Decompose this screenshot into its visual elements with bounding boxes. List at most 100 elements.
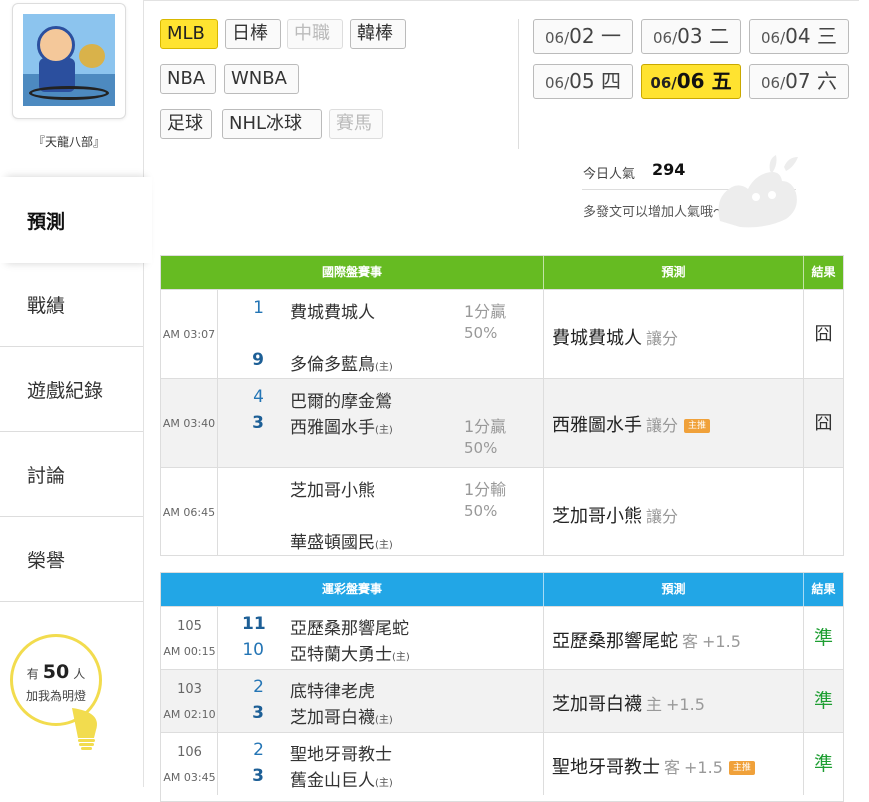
sport-tab-6[interactable]: 足球 (160, 109, 212, 139)
sidebar-item-0[interactable]: 預測 (0, 177, 152, 263)
home-team[interactable]: 華盛頓國民(主) (290, 528, 393, 553)
odds-line: 1分輸 (464, 480, 507, 499)
home-rank: 3 (252, 766, 264, 786)
home-team[interactable]: 舊金山巨人(主) (290, 766, 393, 791)
away-team[interactable]: 巴爾的摩金鶯 (290, 387, 392, 412)
date-tab-1[interactable]: 06/03 二 (641, 19, 741, 54)
prediction-team: 聖地牙哥教士 (552, 757, 660, 778)
odds-line: 1分贏 (464, 417, 507, 436)
home-rank: 10 (242, 640, 264, 660)
sport-tab-5[interactable]: WNBA (224, 64, 299, 94)
result-mark: 準 (813, 690, 833, 712)
date-day: 07 (785, 69, 811, 93)
table-row: AM 03:07 1 費城費城人 9 多倫多藍鳥(主) 1分贏 50% 費城費城人 讓分 囧 (161, 289, 843, 378)
sport-tab-4[interactable]: NBA (160, 64, 216, 94)
lottery-table-header: 運彩盤賽事 預測 結果 (161, 573, 843, 606)
home-team-name: 華盛頓國民 (290, 533, 375, 553)
date-tab-5[interactable]: 06/07 六 (749, 64, 849, 99)
home-team[interactable]: 西雅圖水手(主) (290, 413, 393, 438)
international-table-header: 國際盤賽事 預測 結果 (161, 256, 843, 289)
date-weekday: 四 (600, 69, 621, 93)
sport-tab-7[interactable]: NHL冰球 (222, 109, 322, 139)
away-team[interactable]: 底特律老虎 (290, 677, 375, 702)
popularity-tip: 多發文可以增加人氣哦～ (583, 205, 727, 220)
home-team-name: 西雅圖水手 (290, 418, 375, 438)
match-cell: 2 底特律老虎 3 芝加哥白襪(主) (218, 670, 544, 732)
sidebar-item-1[interactable]: 戰績 (0, 262, 143, 347)
header-result: 結果 (811, 265, 836, 279)
away-team[interactable]: 聖地牙哥教士 (290, 740, 392, 765)
result-cell (804, 468, 843, 556)
date-day: 06 (676, 69, 705, 93)
result-cell: 準 (804, 670, 843, 732)
header-match: 運彩盤賽事 (161, 573, 544, 606)
popularity-label: 今日人氣 (583, 167, 636, 182)
header-result: 結果 (811, 582, 836, 596)
home-tag: (主) (375, 362, 393, 373)
fans-count: 50 (42, 661, 70, 683)
sidebar-item-4[interactable]: 榮譽 (0, 517, 143, 602)
date-day: 05 (569, 69, 595, 93)
home-team[interactable]: 芝加哥白襪(主) (290, 703, 393, 728)
international-table: 國際盤賽事 預測 結果 AM 03:07 1 費城費城人 9 多倫多藍鳥(主) 1分贏 50… (160, 255, 844, 556)
sidebar-item-2[interactable]: 遊戲紀錄 (0, 347, 143, 432)
fans-suffix: 人 (73, 667, 86, 681)
away-team[interactable]: 芝加哥小熊 (290, 476, 375, 501)
prediction: 亞歷桑那響尾蛇客 +1.5 (552, 627, 741, 653)
away-rank: 4 (253, 387, 264, 407)
lottery-table: 運彩盤賽事 預測 結果 105 AM 00:15 11 亞歷桑那響尾蛇 10 亞特蘭大勇士… (160, 572, 844, 802)
prediction: 芝加哥小熊 讓分 (552, 502, 678, 528)
result-cell: 準 (804, 607, 843, 669)
username[interactable]: 『天龍八部』 (0, 133, 138, 150)
home-team[interactable]: 多倫多藍鳥(主) (290, 350, 393, 375)
result-mark: 囧 (814, 413, 833, 434)
home-tag: (主) (375, 540, 393, 551)
prediction-cell: 聖地牙哥教士客 +1.5 主推 (544, 733, 804, 795)
main-panel: MLB 日棒 中職 韓棒 NBA WNBA 足球 NHL冰球 賽馬 06/02 一 06/03 二… (143, 0, 859, 802)
date-tab-3[interactable]: 06/05 四 (533, 64, 633, 99)
lightbulb-icon (72, 708, 97, 750)
date-tab-4[interactable]: 06/06 五 (641, 64, 741, 99)
home-rank: 9 (252, 350, 264, 370)
match-cell: 1 費城費城人 9 多倫多藍鳥(主) 1分贏 50% (218, 290, 544, 378)
table-row: 105 AM 00:15 11 亞歷桑那響尾蛇 10 亞特蘭大勇士(主) 亞歷桑那響尾蛇客 +… (161, 606, 843, 669)
prediction-line: +1.5 (702, 632, 741, 651)
prediction-team: 亞歷桑那響尾蛇 (552, 631, 678, 652)
match-cell: 2 聖地牙哥教士 3 舊金山巨人(主) (218, 733, 544, 795)
away-team[interactable]: 費城費城人 (290, 298, 375, 323)
match-code: 106 (177, 745, 202, 760)
away-rank: 1 (253, 298, 264, 318)
date-day: 03 (677, 24, 703, 48)
prediction: 西雅圖水手 讓分 主推 (552, 411, 711, 437)
prediction-side: 客 (682, 632, 699, 651)
header-prediction: 預測 (544, 256, 804, 289)
match-cell: 芝加哥小熊 華盛頓國民(主) 1分輸 50% (218, 468, 544, 556)
sport-tab-1[interactable]: 日棒 (225, 19, 281, 49)
sport-tab-0[interactable]: MLB (160, 19, 218, 49)
away-team[interactable]: 亞歷桑那響尾蛇 (290, 614, 409, 639)
sidebar: 『天龍八部』 預測 戰績 遊戲紀錄 討論 榮譽 有 50 人 加我為明燈 (0, 0, 152, 787)
fans-cta: 加我為明燈 (25, 689, 86, 703)
sport-tab-2: 中職 (287, 19, 343, 49)
result-cell: 囧 (804, 290, 843, 378)
home-team[interactable]: 亞特蘭大勇士(主) (290, 640, 410, 665)
sport-tab-3[interactable]: 韓棒 (350, 19, 406, 49)
popularity-value: 294 (652, 160, 686, 179)
date-tab-2[interactable]: 06/04 三 (749, 19, 849, 54)
match-code: 105 (177, 619, 202, 634)
date-weekday: 五 (711, 69, 732, 93)
avatar[interactable] (12, 3, 126, 119)
prediction-cell: 西雅圖水手 讓分 主推 (544, 379, 804, 467)
prediction-cell: 芝加哥小熊 讓分 (544, 468, 804, 556)
prediction-type: 讓分 (646, 507, 679, 526)
prediction-type: 讓分 (646, 329, 679, 348)
table-row: 103 AM 02:10 2 底特律老虎 3 芝加哥白襪(主) 芝加哥白襪主 +1.5 準 (161, 669, 843, 732)
table-row: AM 03:40 4 巴爾的摩金鶯 3 西雅圖水手(主) 1分贏 50% 西雅圖水手 讓分 主推囧 (161, 378, 843, 467)
prediction-line: +1.5 (666, 695, 705, 714)
prediction-cell: 費城費城人 讓分 (544, 290, 804, 378)
sidebar-item-3[interactable]: 討論 (0, 432, 143, 517)
date-month: 06/ (545, 74, 570, 92)
match-time: AM 00:15 (163, 645, 216, 658)
match-time-cell: 106 AM 03:45 (161, 733, 218, 795)
date-tab-0[interactable]: 06/02 一 (533, 19, 633, 54)
